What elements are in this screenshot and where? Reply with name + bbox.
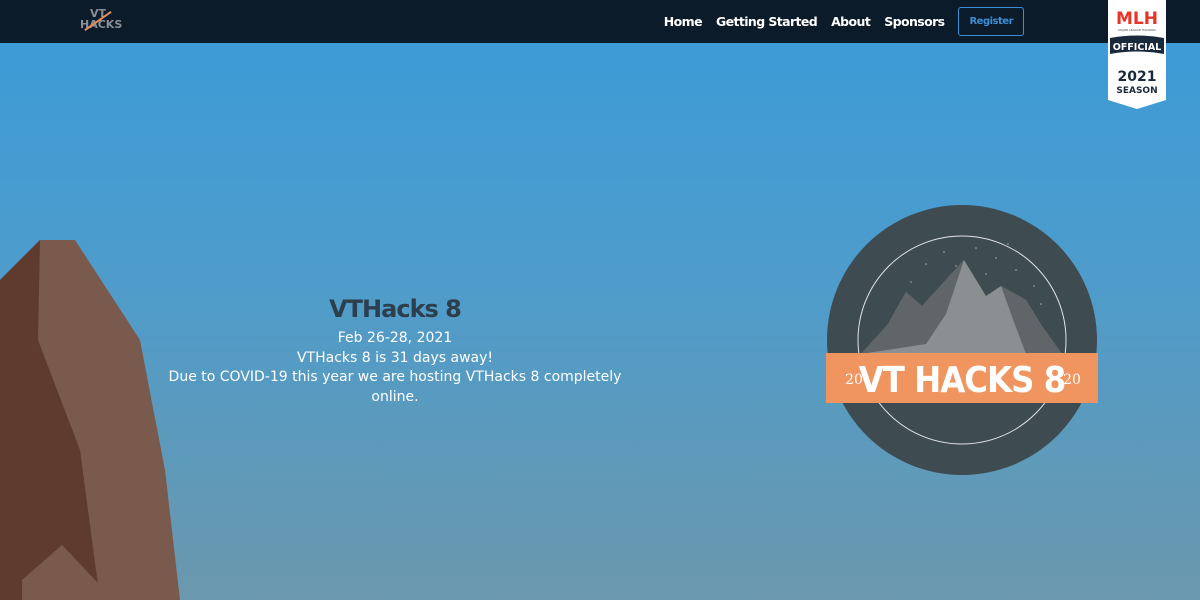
nav-getting-started[interactable]: Getting Started (716, 14, 818, 29)
event-date: Feb 26-28, 2021 (337, 330, 453, 346)
mlh-season-text: SEASON (1116, 86, 1157, 96)
vthacks-emblem: 20 VT HACKS 8 20 (826, 205, 1098, 475)
nav-about[interactable]: About (831, 14, 871, 29)
mlh-official-text: OFFICIAL (1113, 42, 1162, 53)
covid-notice: Due to COVID-19 this year we are hosting… (168, 369, 622, 405)
vthacks-logo[interactable]: VT HACKS (80, 8, 122, 36)
hero-title: VTHacks 8 (329, 295, 462, 323)
hero-section: VTHacks 8 Feb 26-28, 2021 VTHacks 8 is 3… (150, 295, 640, 407)
mlh-sub-text: MAJOR LEAGUE HACKING (1118, 28, 1156, 32)
emblem-right-year: 20 (1063, 372, 1081, 388)
mlh-year-text: 2021 (1118, 69, 1157, 85)
mlh-brand-text: MLH (1116, 9, 1158, 29)
mlh-official-badge[interactable]: MLH MAJOR LEAGUE HACKING OFFICIAL 2021 S… (1108, 0, 1166, 109)
emblem-name: VT HACKS 8 (859, 360, 1066, 401)
register-button[interactable]: Register (958, 7, 1024, 36)
nav-sponsors[interactable]: Sponsors (884, 14, 945, 29)
nav-links: Home Getting Started About Sponsors Regi… (664, 0, 1024, 43)
countdown-text: VTHacks 8 is 31 days away! (296, 349, 494, 366)
cliff-illustration (0, 240, 180, 600)
top-navbar: VT HACKS Home Getting Started About Spon… (0, 0, 1200, 43)
nav-home[interactable]: Home (664, 14, 703, 29)
